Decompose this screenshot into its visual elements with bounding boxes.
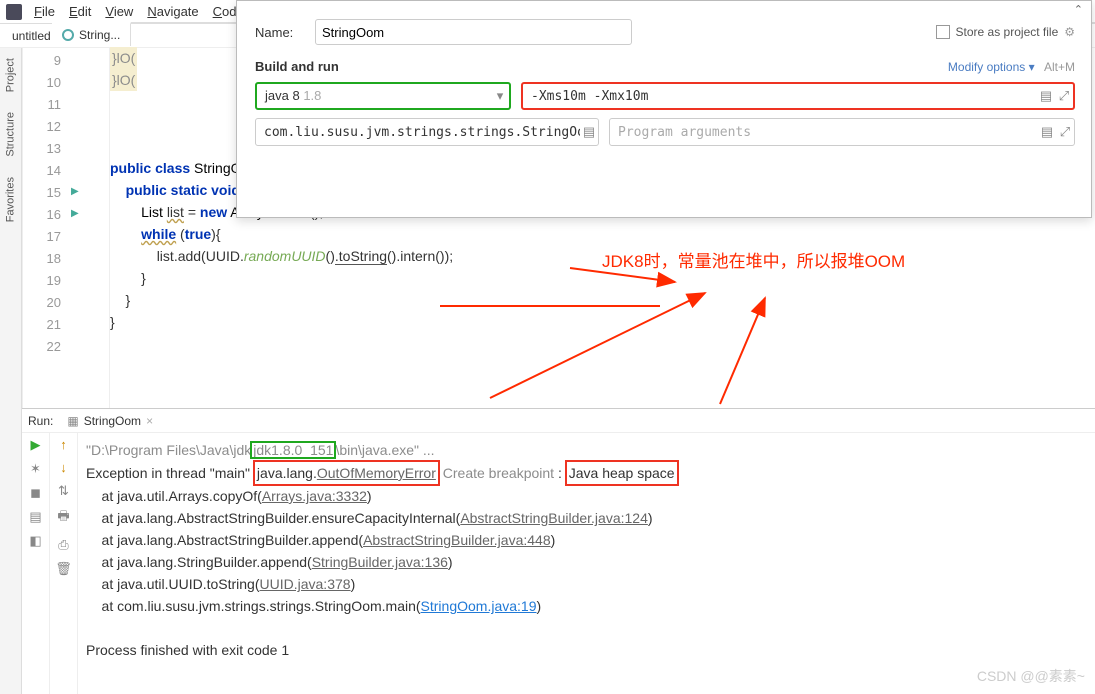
config-name-input[interactable] [315, 19, 632, 45]
menu-item[interactable]: Navigate [141, 2, 204, 21]
breadcrumb-item[interactable]: untitled [8, 28, 55, 44]
console-line: at java.util.Arrays.copyOf(Arrays.java:3… [86, 485, 1091, 507]
store-label: Store as project file [956, 25, 1059, 39]
vm-options-input[interactable]: -Xms10m -Xmx10m ▤ ⤢ [521, 82, 1075, 110]
console-output[interactable]: "D:\Program Files\Java\jdkjdk1.8.0_151\b… [78, 433, 1095, 694]
line-number: 9 [23, 50, 67, 72]
gear-icon[interactable]: ⚙ [1064, 25, 1075, 39]
line-number: 17 [23, 226, 67, 248]
run-label: Run: [28, 414, 53, 428]
up-icon[interactable]: ↑ [60, 437, 67, 452]
line-number: 15 [23, 182, 67, 204]
app-logo-icon [6, 4, 22, 20]
code-line[interactable]: } [110, 289, 1095, 311]
history-icon[interactable]: ▤ [580, 124, 598, 140]
side-tool-tabs: ProjectStructureFavorites [0, 48, 22, 694]
rerun-icon[interactable]: ▶ [31, 437, 41, 453]
section-heading: Build and run [255, 59, 339, 74]
run-tool-window: Run: ▦ StringOom × ▶ ✶ ◼ ▤ ◧ ↑ ↓ [22, 408, 1095, 694]
line-number: 20 [23, 292, 67, 314]
line-number: 13 [23, 138, 67, 160]
console-line: at java.lang.AbstractStringBuilder.appen… [86, 529, 1091, 551]
console-line: at java.lang.StringBuilder.append(String… [86, 551, 1091, 573]
console-line: at com.liu.susu.jvm.strings.strings.Stri… [86, 595, 1091, 617]
code-line[interactable]: while (true){ [110, 223, 1095, 245]
menu-item[interactable]: File [28, 2, 61, 21]
side-tab-favorites[interactable]: Favorites [0, 167, 21, 232]
editor-tab-stringoom[interactable]: String... [52, 22, 131, 46]
close-icon[interactable]: × [146, 414, 153, 428]
editor-gutter: 910111213141516171819202122 ▶ ▶ [22, 48, 110, 408]
main-class-input[interactable]: com.liu.susu.jvm.strings.strings.StringO… [255, 118, 599, 146]
side-tab-project[interactable]: Project [0, 48, 21, 102]
name-label: Name: [255, 25, 315, 40]
console-line: at java.lang.AbstractStringBuilder.ensur… [86, 507, 1091, 529]
annotation-text: JDK8时，常量池在堆中，所以报堆OOM [602, 247, 905, 272]
console-line: at java.util.UUID.toString(UUID.java:378… [86, 573, 1091, 595]
line-number: 22 [23, 336, 67, 358]
chevron-down-icon: ▾ [491, 88, 509, 104]
run-gutter-icon[interactable]: ▶ [71, 208, 79, 219]
down-icon[interactable]: ↓ [60, 460, 67, 475]
print-icon[interactable]: 🖶 [57, 507, 69, 529]
console-line: "D:\Program Files\Java\jdkjdk1.8.0_151\b… [86, 439, 1091, 461]
modify-options-link[interactable]: Modify options ▾ [948, 60, 1038, 74]
line-number: 12 [23, 116, 67, 138]
console-line [86, 617, 1091, 639]
menu-item[interactable]: View [99, 2, 139, 21]
pin-icon[interactable]: ◧ [29, 533, 41, 549]
console-line: Exception in thread "main" java.lang.Out… [86, 461, 1091, 485]
line-number: 11 [23, 94, 67, 116]
trash-icon[interactable]: 🗑 [55, 561, 72, 577]
history-icon[interactable]: ▤ [1038, 124, 1056, 140]
expand-icon[interactable]: ⤢ [1056, 124, 1074, 140]
line-number: 16 [23, 204, 67, 226]
run-config-icon: ▦ [67, 414, 78, 428]
line-number: 10 [23, 72, 67, 94]
line-number: 19 [23, 270, 67, 292]
program-args-input[interactable]: Program arguments ▤ ⤢ [609, 118, 1075, 146]
stop-icon[interactable]: ◼ [30, 485, 41, 501]
console-line: Process finished with exit code 1 [86, 639, 1091, 661]
settings-icon[interactable]: ✶ [30, 461, 41, 477]
jdk-select[interactable]: java 8 1.8 ▾ [255, 82, 511, 110]
line-number: 18 [23, 248, 67, 270]
java-class-icon [62, 29, 74, 41]
menu-item[interactable]: Edit [63, 2, 97, 21]
expand-icon[interactable]: ⤢ [1055, 88, 1073, 104]
code-line[interactable]: } [110, 311, 1095, 333]
store-as-project-checkbox[interactable] [936, 25, 950, 39]
modify-hint: Alt+M [1044, 60, 1075, 74]
run-toolbar-2: ↑ ↓ ⇅ 🖶 ⎙ 🗑 [50, 433, 78, 694]
run-tab[interactable]: ▦ StringOom × [61, 412, 159, 430]
layout-icon[interactable]: ▤ [29, 509, 41, 525]
wrap-icon[interactable]: ⇅ [58, 483, 69, 499]
run-config-dialog: ⌃ Name: Store as project file ⚙ Build an… [236, 0, 1092, 218]
export-icon[interactable]: ⎙ [58, 537, 68, 553]
line-number: 21 [23, 314, 67, 336]
history-icon[interactable]: ▤ [1037, 88, 1055, 104]
side-tab-structure[interactable]: Structure [0, 102, 21, 167]
run-gutter-icon[interactable]: ▶ [71, 186, 79, 197]
collapse-icon[interactable]: ⌃ [1074, 3, 1083, 16]
line-number: 14 [23, 160, 67, 182]
run-toolbar-left: ▶ ✶ ◼ ▤ ◧ [22, 433, 50, 694]
